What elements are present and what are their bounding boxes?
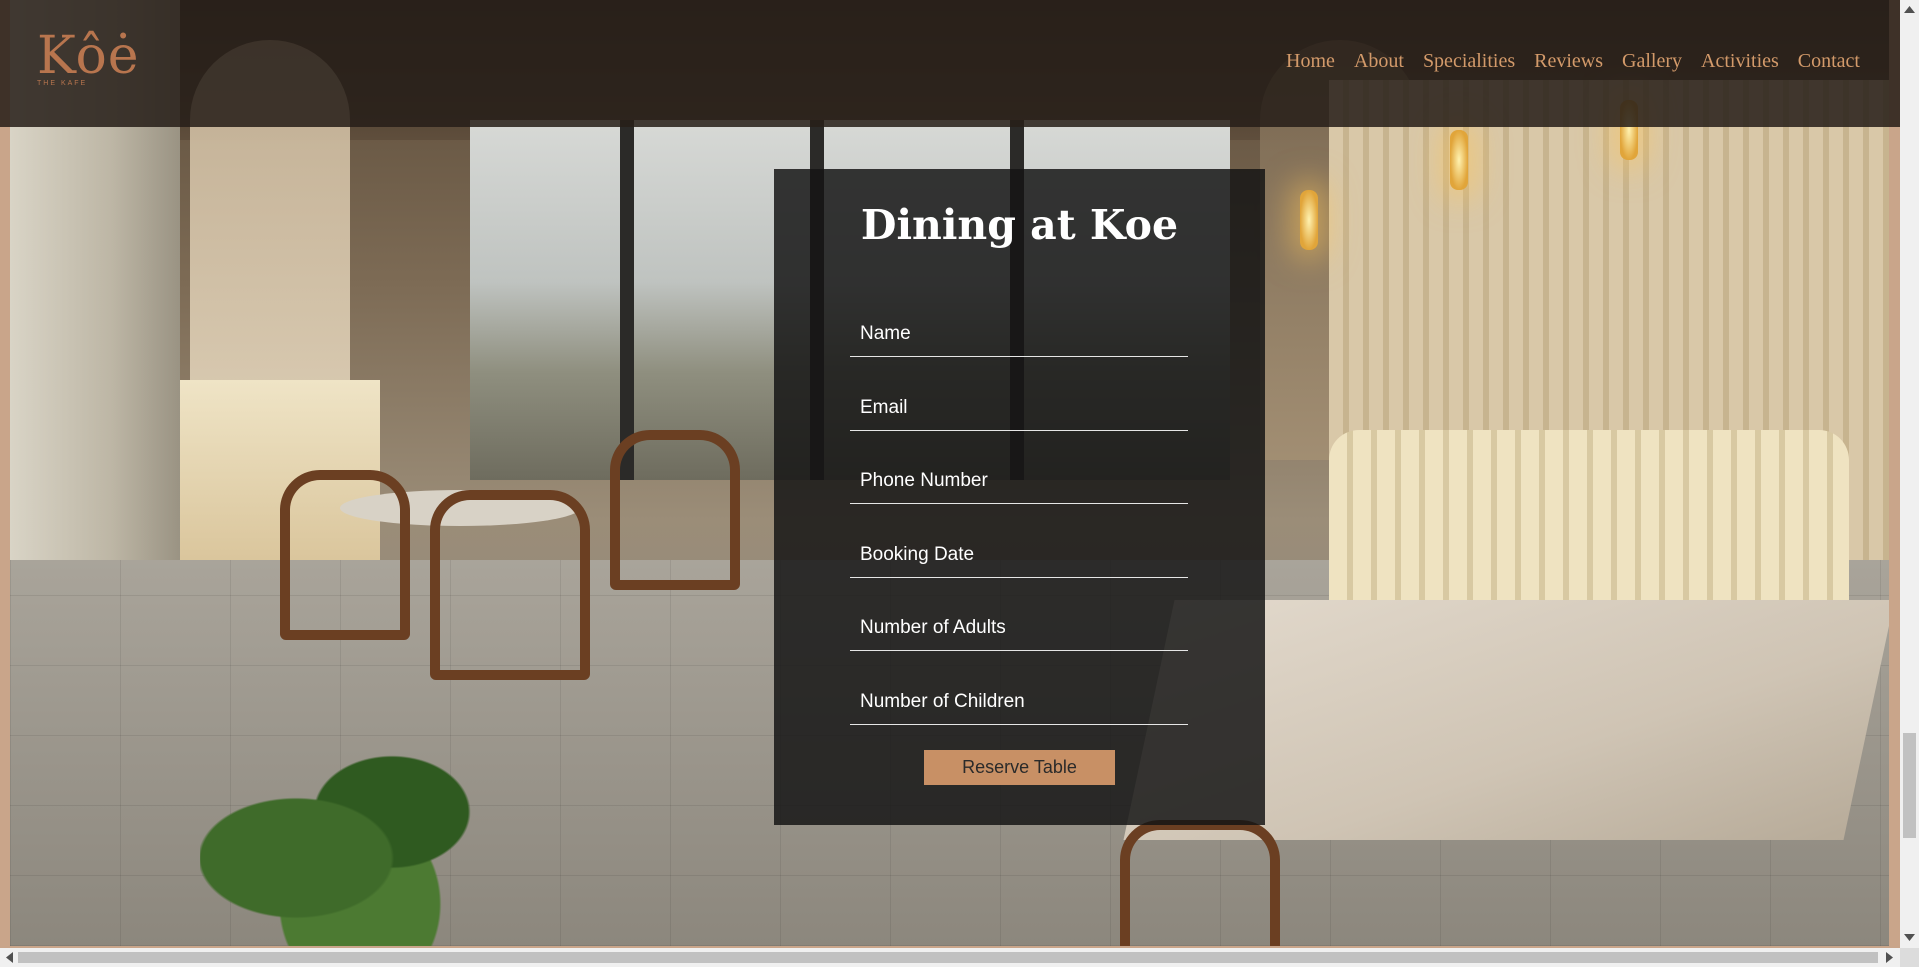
- nav-activities[interactable]: Activities: [1701, 50, 1779, 73]
- main-nav: Home About Specialities Reviews Gallery …: [1286, 50, 1860, 73]
- name-field[interactable]: [850, 311, 1188, 357]
- children-field[interactable]: [850, 679, 1188, 725]
- nav-home[interactable]: Home: [1286, 50, 1335, 73]
- chair: [1120, 820, 1280, 946]
- horizontal-scrollbar[interactable]: [0, 948, 1900, 967]
- horizontal-scroll-thumb[interactable]: [18, 952, 1878, 963]
- plant: [200, 720, 520, 946]
- scroll-left-icon[interactable]: [6, 952, 13, 963]
- nav-about[interactable]: About: [1354, 50, 1404, 73]
- email-field[interactable]: [850, 385, 1188, 431]
- phone-field[interactable]: [850, 458, 1188, 504]
- reserve-table-button[interactable]: Reserve Table: [924, 750, 1115, 785]
- nav-gallery[interactable]: Gallery: [1622, 50, 1682, 73]
- vertical-scrollbar[interactable]: [1900, 0, 1919, 948]
- scroll-up-icon[interactable]: [1904, 6, 1915, 13]
- booking-date-field[interactable]: [850, 532, 1188, 578]
- chair: [610, 430, 740, 590]
- pendant-lamp-icon: [1450, 130, 1468, 190]
- site-header: Kôė THE KAFE Home About Specialities Rev…: [0, 0, 1900, 127]
- form-title: Dining at Koe: [860, 201, 1179, 249]
- scrollbar-corner: [1900, 948, 1919, 967]
- window-frame: [620, 120, 634, 480]
- scroll-right-icon[interactable]: [1886, 952, 1893, 963]
- nav-specialities[interactable]: Specialities: [1423, 50, 1515, 73]
- brand-logo[interactable]: Kôė THE KAFE: [37, 30, 147, 100]
- chair: [280, 470, 410, 640]
- nav-reviews[interactable]: Reviews: [1534, 50, 1603, 73]
- logo-wordmark: Kôė: [37, 26, 140, 86]
- vertical-scroll-thumb[interactable]: [1903, 733, 1916, 838]
- reservation-form: Dining at Koe Reserve Table: [774, 169, 1265, 825]
- chair: [430, 490, 590, 680]
- adults-field[interactable]: [850, 605, 1188, 651]
- pendant-lamp-icon: [1300, 190, 1318, 250]
- scroll-down-icon[interactable]: [1904, 934, 1915, 941]
- nav-contact[interactable]: Contact: [1798, 50, 1860, 73]
